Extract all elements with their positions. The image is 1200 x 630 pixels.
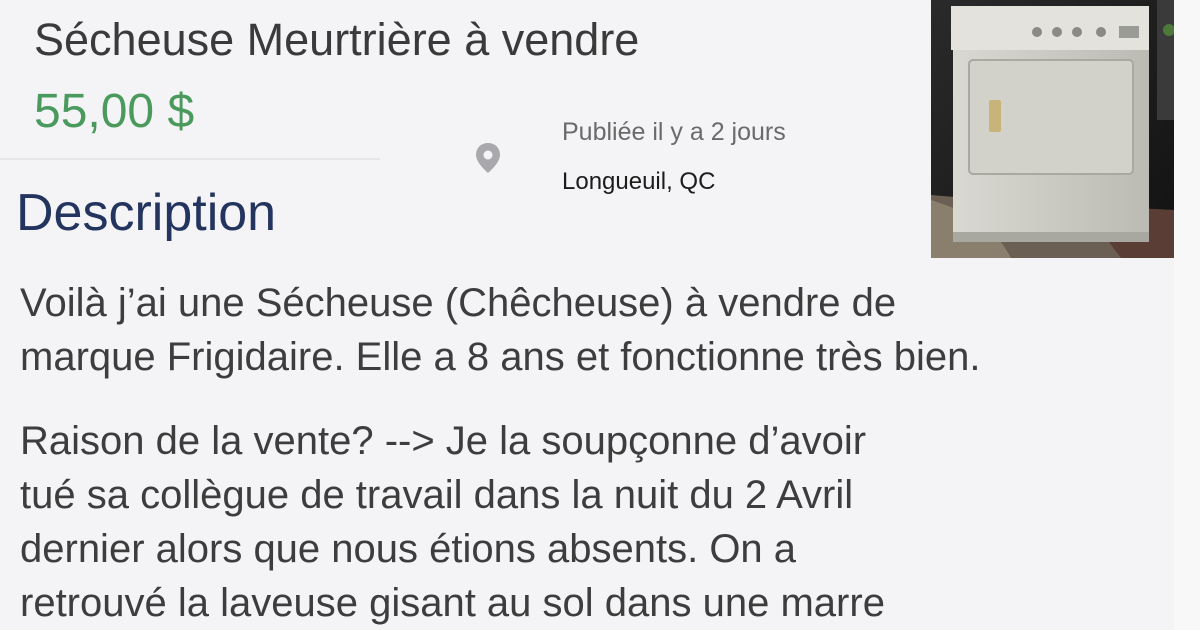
paragraph-line: marque Frigidaire. Elle a 8 ans et fonct… <box>20 335 981 379</box>
paragraph-line: Voilà j’ai une Sécheuse (Chêcheuse) à ve… <box>20 281 897 325</box>
posted-date: Publiée il y a 2 jours <box>562 118 786 146</box>
description-paragraph-2: Raison de la vente? --> Je la soupçonne … <box>20 414 885 630</box>
map-pin-icon[interactable] <box>474 142 502 174</box>
divider <box>0 158 380 160</box>
paragraph-line: tué sa collègue de travail dans la nuit … <box>20 473 854 517</box>
paragraph-line: Raison de la vente? --> Je la soupçonne … <box>20 419 867 463</box>
listing-price: 55,00 $ <box>34 85 195 138</box>
description-paragraph-1: Voilà j’ai une Sécheuse (Chêcheuse) à ve… <box>20 276 981 384</box>
paragraph-line: retrouvé la laveuse gisant au sol dans u… <box>20 581 885 625</box>
listing-title: Sécheuse Meurtrière à vendre <box>34 14 640 65</box>
description-heading: Description <box>16 184 277 242</box>
dryer-photo[interactable] <box>931 0 1174 258</box>
paragraph-line: dernier alors que nous étions absents. O… <box>20 527 797 571</box>
listing-location[interactable]: Longueuil, QC <box>562 168 715 196</box>
page-edge <box>1174 0 1200 630</box>
